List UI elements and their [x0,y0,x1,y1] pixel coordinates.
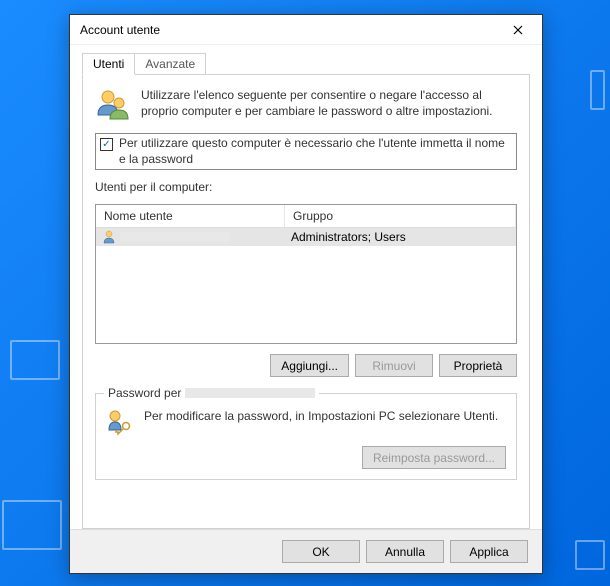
desktop-bg-shape [590,70,605,110]
user-list-label: Utenti per il computer: [95,180,517,194]
tab-panel-users: Utilizzare l'elenco seguente per consent… [82,74,530,529]
checkbox-label: Per utilizzare questo computer è necessa… [119,136,512,167]
titlebar: Account utente [70,15,542,45]
close-button[interactable] [502,19,534,41]
window-title: Account utente [80,23,160,37]
user-list[interactable]: Nome utente Gruppo Administrators; Users [95,204,517,344]
desktop-bg-shape [10,340,60,380]
ok-button[interactable]: OK [282,540,360,563]
user-icon [102,230,116,244]
checkbox-icon: ✓ [100,138,113,151]
password-label-prefix: Password per [108,386,181,400]
column-header-group[interactable]: Gruppo [285,205,516,227]
cell-group: Administrators; Users [285,228,516,246]
reset-password-button[interactable]: Reimposta password... [362,446,506,469]
tab-strip: Utenti Avanzate [82,53,530,75]
password-text: Per modificare la password, in Impostazi… [144,408,498,424]
cancel-button[interactable]: Annulla [366,540,444,563]
column-header-username[interactable]: Nome utente [96,205,285,227]
password-content: Per modificare la password, in Impostazi… [106,408,506,436]
table-row[interactable]: Administrators; Users [96,228,516,246]
intro-row: Utilizzare l'elenco seguente per consent… [95,87,517,123]
remove-button[interactable]: Rimuovi [355,354,433,377]
password-group-label: Password per [104,386,319,400]
users-icon [95,87,131,123]
desktop-bg-shape [2,500,62,550]
apply-button[interactable]: Applica [450,540,528,563]
key-icon [106,408,134,436]
dialog-content: Utenti Avanzate Utilizzare l'elenco segu… [70,45,542,529]
list-body: Administrators; Users [96,228,516,343]
close-icon [513,25,523,35]
add-button[interactable]: Aggiungi... [270,354,349,377]
password-button-row: Reimposta password... [106,446,506,469]
list-button-row: Aggiungi... Rimuovi Proprietà [95,354,517,377]
password-group: Password per Per modificare la password,… [95,393,517,480]
redacted-username [120,232,230,242]
tab-advanced[interactable]: Avanzate [134,53,206,75]
properties-button[interactable]: Proprietà [439,354,517,377]
dialog-footer: OK Annulla Applica [70,529,542,573]
list-header: Nome utente Gruppo [96,205,516,228]
cell-username [96,228,285,246]
desktop-bg-shape [575,540,605,570]
intro-text: Utilizzare l'elenco seguente per consent… [141,87,517,119]
redacted-username [185,388,315,398]
tab-users[interactable]: Utenti [82,53,135,75]
user-accounts-dialog: Account utente Utenti Avanzate Utilizzar… [69,14,543,574]
require-password-checkbox-row[interactable]: ✓ Per utilizzare questo computer è neces… [95,133,517,170]
